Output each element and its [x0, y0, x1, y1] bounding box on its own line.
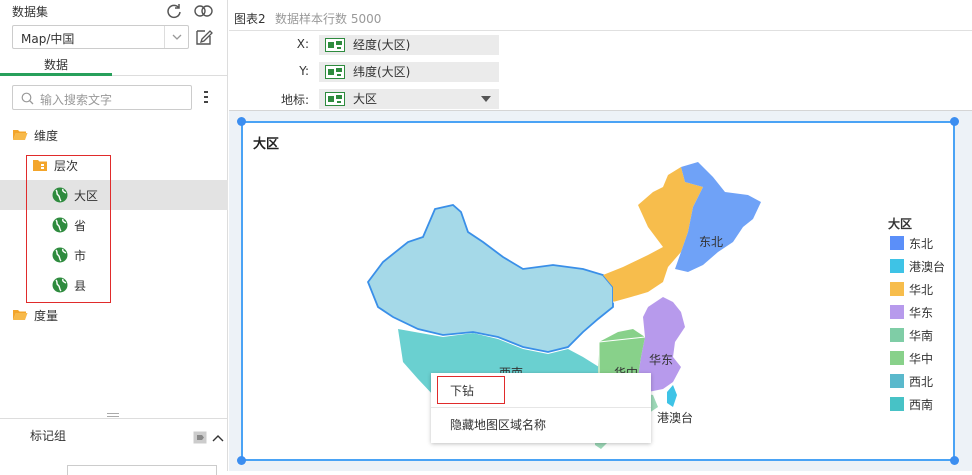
- section-divider: [0, 418, 228, 419]
- tree-label: 度量: [34, 308, 59, 323]
- field-y-value[interactable]: 纬度(大区): [319, 62, 499, 82]
- chevron-up-icon[interactable]: [212, 432, 224, 442]
- field-y-text: 纬度(大区): [353, 65, 411, 79]
- marks-group-label: 标记组: [30, 429, 67, 443]
- search-icon: [21, 92, 34, 105]
- legend-swatch: [890, 236, 904, 250]
- sample-rows: 数据样本行数 5000: [275, 12, 382, 26]
- legend-swatch: [890, 259, 904, 273]
- geo-field-icon: [325, 92, 345, 106]
- tab-active-underline: [0, 73, 112, 76]
- legend-swatch: [890, 397, 904, 411]
- legend-item[interactable]: 华北: [890, 281, 933, 297]
- highlight-box: [437, 376, 505, 404]
- field-landmark-select[interactable]: 大区: [319, 89, 499, 109]
- map-label-gangaotai: 港澳台: [657, 411, 694, 425]
- resize-handle-br[interactable]: [950, 456, 959, 465]
- dataset-title: 数据集: [12, 5, 49, 19]
- region-gangaotai: [667, 385, 677, 407]
- resize-handle-bl[interactable]: [237, 456, 246, 465]
- legend-label: 东北: [909, 236, 934, 251]
- dataset-link-icon[interactable]: [193, 2, 215, 20]
- field-x-value[interactable]: 经度(大区): [319, 35, 499, 55]
- legend-swatch: [890, 328, 904, 342]
- tree-label: 维度: [34, 128, 59, 143]
- marks-tag-icon[interactable]: [193, 431, 207, 444]
- legend-item[interactable]: 港澳台: [890, 258, 945, 274]
- geo-field-icon: [325, 38, 345, 52]
- highlight-box: [26, 155, 111, 303]
- geo-field-icon: [325, 65, 345, 79]
- legend-swatch: [890, 351, 904, 365]
- resize-handle-tl[interactable]: [237, 117, 246, 126]
- folder-open-icon: [13, 130, 28, 140]
- region-xibei: [366, 204, 614, 353]
- dataset-select[interactable]: Map/中国: [12, 25, 189, 49]
- legend-label: 华北: [909, 282, 934, 297]
- legend-label: 华南: [909, 328, 934, 343]
- legend-item[interactable]: 华中: [890, 350, 933, 366]
- field-x-text: 经度(大区): [353, 38, 411, 52]
- field-y-label: Y:: [299, 64, 309, 78]
- legend-item[interactable]: 东北: [890, 235, 933, 251]
- chart-canvas: 大区 东北 华东 港澳台 大区 东北 港澳台 华北 华东 华南 华中 西北 西南…: [229, 111, 972, 471]
- context-menu: 下钻 隐藏地图区域名称: [431, 373, 651, 443]
- chart-name: 图表2: [234, 12, 266, 26]
- tree-folder-measure[interactable]: 度量: [12, 300, 58, 330]
- legend-swatch: [890, 282, 904, 296]
- legend-item[interactable]: 西北: [890, 373, 933, 389]
- resize-handle-tr[interactable]: [950, 117, 959, 126]
- folder-open-icon: [13, 310, 28, 320]
- dropdown-caret-icon[interactable]: [481, 96, 491, 102]
- header-divider: [229, 30, 972, 31]
- legend-label: 西南: [909, 397, 934, 412]
- legend-title: 大区: [888, 217, 913, 231]
- legend-item[interactable]: 华南: [890, 327, 933, 343]
- field-x-label: X:: [296, 37, 309, 51]
- refresh-icon[interactable]: [165, 2, 183, 20]
- legend-label: 华东: [909, 305, 934, 320]
- legend-label: 华中: [909, 351, 934, 366]
- field-landmark-text: 大区: [353, 92, 378, 106]
- map-label-huadong: 华东: [649, 353, 674, 367]
- legend-item[interactable]: 西南: [890, 396, 933, 412]
- data-panel: 数据集 Map/中国 数据 输入搜索文字 维度 层次 大区 省 市 县 度量 标…: [0, 0, 228, 475]
- tree-folder-dimension[interactable]: 维度: [12, 120, 58, 150]
- menu-item-hide-region-names[interactable]: 隐藏地图区域名称: [431, 411, 651, 439]
- search-input[interactable]: 输入搜索文字: [12, 85, 192, 110]
- legend-label: 港澳台: [909, 259, 946, 274]
- chevron-down-icon[interactable]: [164, 26, 188, 48]
- marks-select[interactable]: [67, 465, 217, 475]
- legend-item[interactable]: 华东: [890, 304, 933, 320]
- field-landmark-label: 地标:: [280, 93, 309, 107]
- map-label-dongbei: 东北: [699, 235, 724, 249]
- more-options-icon[interactable]: [203, 90, 209, 104]
- chart-editor: 图表2 数据样本行数 5000 X: 经度(大区) Y: 纬度(大区) 地标: …: [229, 0, 972, 471]
- legend-label: 西北: [909, 374, 934, 389]
- map-title: 大区: [253, 137, 280, 152]
- menu-separator: [431, 407, 651, 408]
- dataset-select-value: Map/中国: [21, 32, 75, 46]
- edit-icon[interactable]: [194, 27, 214, 47]
- resize-handle[interactable]: [107, 413, 119, 417]
- legend-swatch: [890, 374, 904, 388]
- search-placeholder: 输入搜索文字: [40, 93, 113, 107]
- legend-swatch: [890, 305, 904, 319]
